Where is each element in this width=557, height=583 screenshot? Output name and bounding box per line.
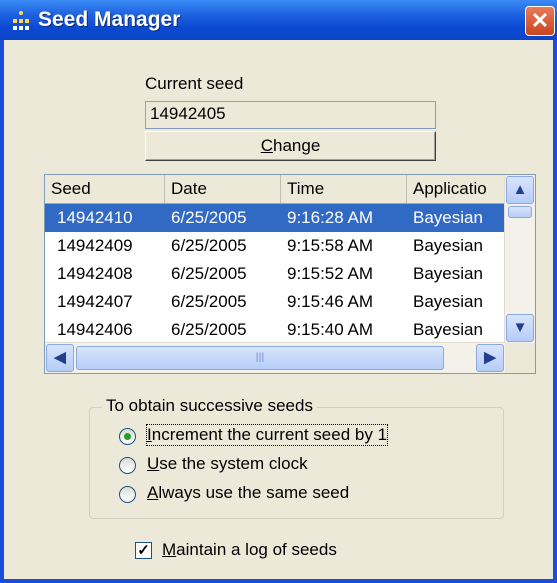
title-bar[interactable]: Seed Manager ✕	[0, 0, 557, 40]
vertical-scroll-thumb[interactable]	[508, 206, 532, 218]
seed-cell-date: 6/25/2005	[171, 264, 247, 283]
seed-cell-application: Bayesian	[413, 236, 483, 255]
seed-cell-seed: 14942408	[57, 264, 133, 283]
column-header-seed[interactable]: Seed	[45, 175, 165, 203]
radio-dot-icon	[124, 433, 131, 440]
column-header-time[interactable]: Time	[281, 175, 407, 203]
seed-row[interactable]: 14942406 6/25/2005 9:15:40 AM Bayesian	[45, 316, 505, 344]
radio-button-icon	[119, 457, 136, 474]
seed-cell-date: 6/25/2005	[171, 292, 247, 311]
scrollbar-corner	[505, 343, 535, 373]
scroll-up-icon[interactable]: ▲	[506, 176, 534, 204]
maintain-log-checkbox[interactable]: ✓	[135, 542, 152, 559]
successive-seeds-title: To obtain successive seeds	[102, 396, 317, 416]
seed-row[interactable]: 14942409 6/25/2005 9:15:58 AM Bayesian	[45, 232, 505, 260]
radio-button-icon	[119, 486, 136, 503]
column-header-date[interactable]: Date	[165, 175, 281, 203]
seed-cell-time: 9:15:40 AM	[287, 320, 374, 339]
maintain-log-label[interactable]: Maintain a log of seeds	[162, 540, 337, 560]
seed-cell-application: Bayesian	[413, 264, 483, 283]
radio-label-same-seed[interactable]: Always use the same seed	[147, 483, 349, 503]
seed-cell-seed: 14942409	[57, 236, 133, 255]
seed-cell-time: 9:15:52 AM	[287, 264, 374, 283]
column-header-application[interactable]: Applicatio	[407, 175, 505, 203]
horizontal-scrollbar[interactable]: ◀ ||| ▶	[45, 342, 505, 373]
seed-cell-application: Bayesian	[413, 320, 483, 339]
seed-cell-time: 9:15:58 AM	[287, 236, 374, 255]
current-seed-field: 14942405	[145, 101, 436, 129]
seed-cell-time: 9:15:46 AM	[287, 292, 374, 311]
seed-row[interactable]: 14942408 6/25/2005 9:15:52 AM Bayesian	[45, 260, 505, 288]
seed-cell-date: 6/25/2005	[171, 236, 247, 255]
seed-cell-seed: 14942406	[57, 320, 133, 339]
seed-cell-seed: 14942410	[57, 208, 133, 227]
seed-list[interactable]: Seed Date Time Applicatio 14942410 6/25/2…	[44, 174, 536, 374]
seed-manager-window: Seed Manager ✕ Current seed 14942405 Cha…	[0, 0, 557, 583]
seed-cell-application: Bayesian	[413, 208, 483, 227]
scroll-right-icon[interactable]: ▶	[476, 344, 504, 372]
change-button[interactable]: Change	[145, 131, 436, 161]
seed-row[interactable]: 14942410 6/25/2005 9:16:28 AM Bayesian	[45, 204, 505, 232]
seed-cell-seed: 14942407	[57, 292, 133, 311]
radio-label-system-clock[interactable]: Use the system clock	[147, 454, 308, 474]
window-title: Seed Manager	[38, 8, 181, 31]
scroll-down-icon[interactable]: ▼	[506, 314, 534, 342]
radio-label-increment[interactable]: Increment the current seed by 1	[145, 424, 389, 446]
seed-cell-date: 6/25/2005	[171, 208, 247, 227]
vertical-scrollbar[interactable]: ▲ ▼	[504, 175, 535, 343]
seed-cell-application: Bayesian	[413, 292, 483, 311]
current-seed-label: Current seed	[145, 74, 244, 93]
close-button[interactable]: ✕	[525, 6, 555, 36]
change-button-label: Change	[260, 136, 321, 155]
seed-cell-date: 6/25/2005	[171, 320, 247, 339]
seed-list-header: Seed Date Time Applicatio	[45, 175, 505, 204]
horizontal-scroll-thumb[interactable]: |||	[76, 346, 444, 370]
app-icon	[13, 11, 29, 30]
seed-row[interactable]: 14942407 6/25/2005 9:15:46 AM Bayesian	[45, 288, 505, 316]
seed-cell-time: 9:16:28 AM	[287, 208, 374, 227]
scroll-left-icon[interactable]: ◀	[46, 344, 74, 372]
radio-button-icon	[119, 428, 136, 445]
